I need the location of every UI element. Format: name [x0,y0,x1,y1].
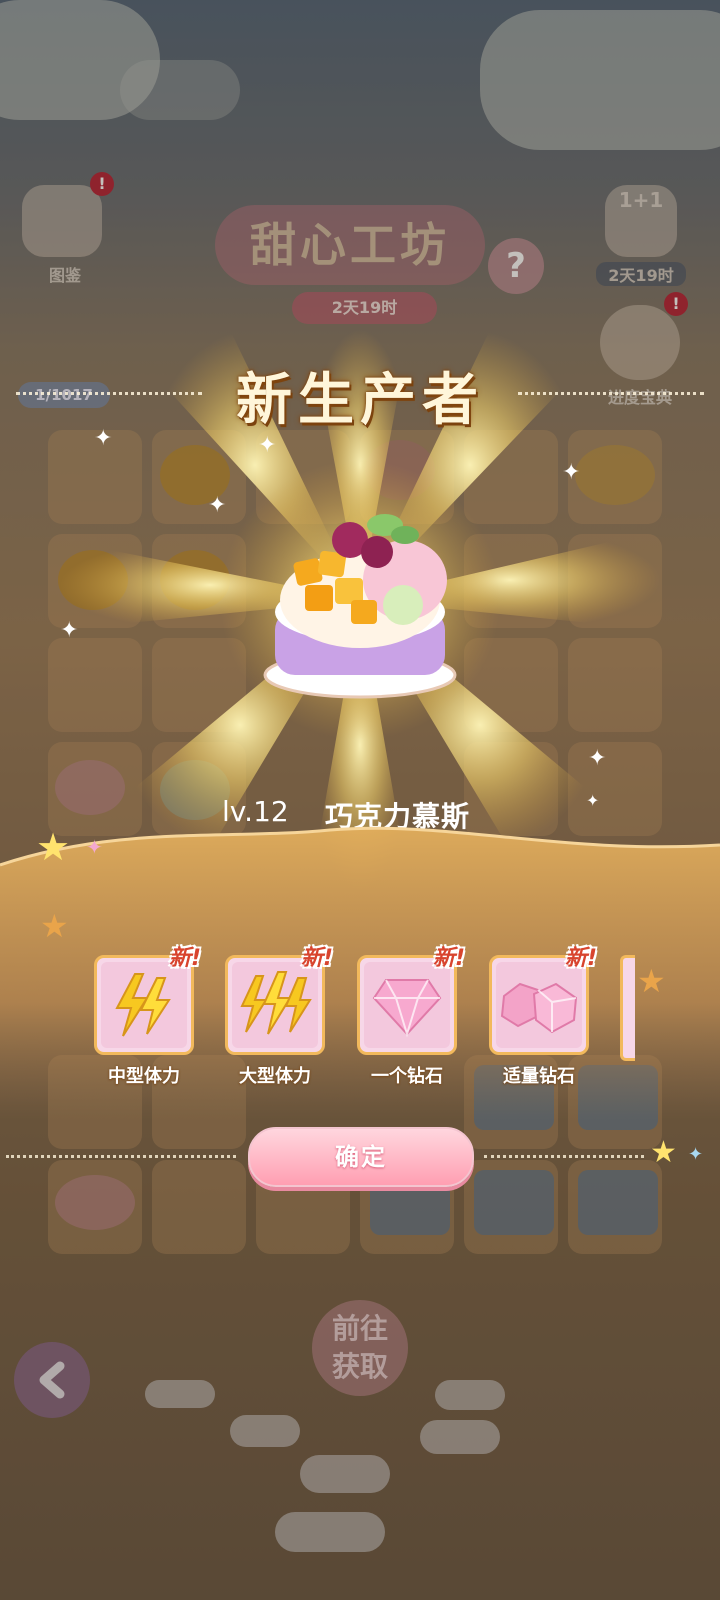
reward-card-more-partial[interactable] [620,955,635,1061]
confirm-divider-left [6,1155,236,1160]
star-decoration: ★ [650,1135,677,1170]
star-decoration: ★ [36,825,71,869]
triple-lightning-icon [240,971,312,1035]
sparkle-icon: ✦ [258,433,277,458]
sparkle-icon: ✦ [60,618,79,643]
confirm-divider-right [484,1155,644,1160]
new-tag: 新! [168,946,202,971]
pink-diamond-icon [372,979,442,1038]
sparkle-icon: ✦ [586,791,600,810]
new-tag: 新! [564,946,598,971]
reward-label: 大型体力 [239,1066,311,1087]
star-decoration: ★ [40,907,69,945]
popup-title: 新生产者 [236,368,484,433]
double-lightning-icon [115,973,171,1037]
reward-label: 中型体力 [108,1066,180,1087]
confirm-button[interactable]: 确定 [248,1127,474,1187]
new-tag: 新! [432,946,466,971]
reward-label: 一个钻石 [371,1066,443,1087]
pink-diamonds-pile-icon [500,982,578,1034]
star-decoration: ✦ [688,1144,704,1165]
reward-label: 适量钻石 [503,1066,575,1087]
sparkle-icon: ✦ [588,746,607,771]
new-tag: 新! [300,946,334,971]
star-decoration: ★ [637,962,666,1000]
mango-mousse-cake-icon [263,514,457,699]
sparkle-icon: ✦ [94,426,113,451]
sparkle-icon: ✦ [208,493,227,518]
sparkle-icon: ✦ [562,460,581,485]
star-decoration: ✦ [86,835,103,859]
